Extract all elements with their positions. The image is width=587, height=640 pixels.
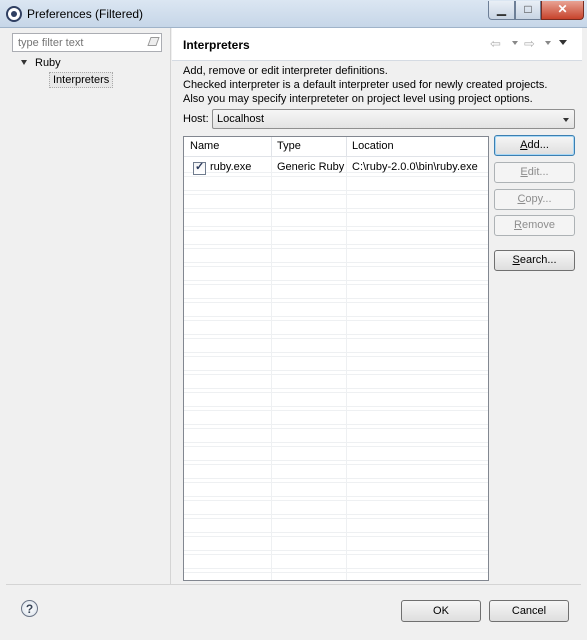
grid-line	[271, 156, 272, 580]
table-row-line	[184, 284, 488, 285]
edit-button[interactable]: Edit...	[494, 162, 575, 183]
table-row-line	[184, 428, 488, 429]
table-row-line	[184, 536, 488, 537]
maximize-button[interactable]: □	[515, 1, 541, 20]
search-button[interactable]: Search...	[494, 250, 575, 271]
forward-arrow-icon[interactable]: ⇨	[524, 36, 535, 52]
table-row-line	[184, 320, 488, 321]
table-grid	[184, 137, 488, 580]
table-row-line	[184, 392, 488, 393]
cancel-button[interactable]: Cancel	[489, 600, 569, 622]
back-arrow-icon[interactable]: ⇦	[490, 36, 501, 52]
edit-label: dit...	[527, 166, 549, 178]
column-separator[interactable]	[271, 137, 272, 156]
filter-field[interactable]	[12, 33, 162, 52]
close-button[interactable]: ✕	[541, 1, 584, 20]
interpreter-name: ruby.exe	[210, 161, 252, 173]
remove-mnemonic: R	[514, 219, 522, 231]
table-row-line	[184, 410, 488, 411]
table-row-line	[184, 518, 488, 519]
column-header-location[interactable]: Location	[352, 140, 394, 152]
table-row-line	[184, 464, 488, 465]
table-row-line	[184, 266, 488, 267]
tree-item-ruby[interactable]: Ruby	[35, 57, 61, 69]
host-label: Host:	[183, 113, 209, 125]
search-mnemonic: S	[512, 254, 520, 266]
interpreter-location: C:\ruby-2.0.0\bin\ruby.exe	[352, 161, 478, 173]
view-menu-icon[interactable]	[559, 40, 567, 45]
interpreters-table[interactable]: Name Type Location ruby.exe Generic Ruby…	[183, 136, 489, 581]
table-row-line	[184, 176, 488, 177]
search-label: earch...	[519, 254, 557, 266]
table-row-line	[184, 374, 488, 375]
description-line-2: Checked interpreter is a default interpr…	[183, 79, 548, 91]
table-row-line	[184, 212, 488, 213]
host-value: Localhost	[217, 113, 265, 125]
table-row-line	[184, 554, 488, 555]
table-row-line	[184, 500, 488, 501]
column-header-type[interactable]: Type	[277, 140, 301, 152]
preferences-tree-pane	[6, 28, 171, 584]
remove-button[interactable]: Remove	[494, 215, 575, 236]
filter-input[interactable]	[13, 34, 146, 51]
tree-expand-icon[interactable]	[21, 60, 27, 65]
column-separator[interactable]	[346, 137, 347, 156]
grid-line	[346, 156, 347, 580]
interpreter-type: Generic Ruby	[277, 161, 345, 173]
tree-item-interpreters[interactable]: Interpreters	[49, 72, 114, 88]
copy-label: opy...	[525, 193, 552, 205]
clear-filter-icon[interactable]	[147, 37, 160, 46]
table-row-line	[184, 230, 488, 231]
table-header: Name Type Location	[184, 137, 488, 157]
add-button[interactable]: Add...	[494, 135, 575, 156]
description-line-1: Add, remove or edit interpreter definiti…	[183, 65, 388, 77]
table-row-line	[184, 482, 488, 483]
add-label: dd...	[527, 139, 549, 151]
edit-mnemonic: E	[520, 166, 528, 178]
help-icon[interactable]: ?	[21, 600, 38, 617]
minimize-button[interactable]: ▁	[488, 1, 515, 20]
window-title: Preferences (Filtered)	[27, 7, 144, 21]
table-row[interactable]: ruby.exe Generic Ruby C:\ruby-2.0.0\bin\…	[184, 158, 488, 176]
column-header-name[interactable]: Name	[190, 140, 219, 152]
copy-button[interactable]: Copy...	[494, 189, 575, 210]
table-row-line	[184, 572, 488, 573]
chevron-down-icon	[563, 118, 569, 122]
eclipse-app-icon	[6, 6, 22, 22]
ok-button[interactable]: OK	[401, 600, 481, 622]
host-select[interactable]: Localhost	[212, 109, 575, 129]
table-row-line	[184, 302, 488, 303]
description-line-3: Also you may specify interpreteter on pr…	[183, 93, 533, 105]
remove-label: emove	[521, 219, 555, 231]
table-row-line	[184, 356, 488, 357]
table-row-line	[184, 194, 488, 195]
table-row-line	[184, 446, 488, 447]
forward-dropdown-icon[interactable]	[545, 41, 551, 45]
table-row-line	[184, 338, 488, 339]
default-interpreter-checkbox[interactable]	[193, 160, 206, 175]
page-title: Interpreters	[183, 38, 250, 52]
back-dropdown-icon[interactable]	[512, 41, 518, 45]
table-row-line	[184, 248, 488, 249]
bottom-separator	[6, 584, 581, 585]
